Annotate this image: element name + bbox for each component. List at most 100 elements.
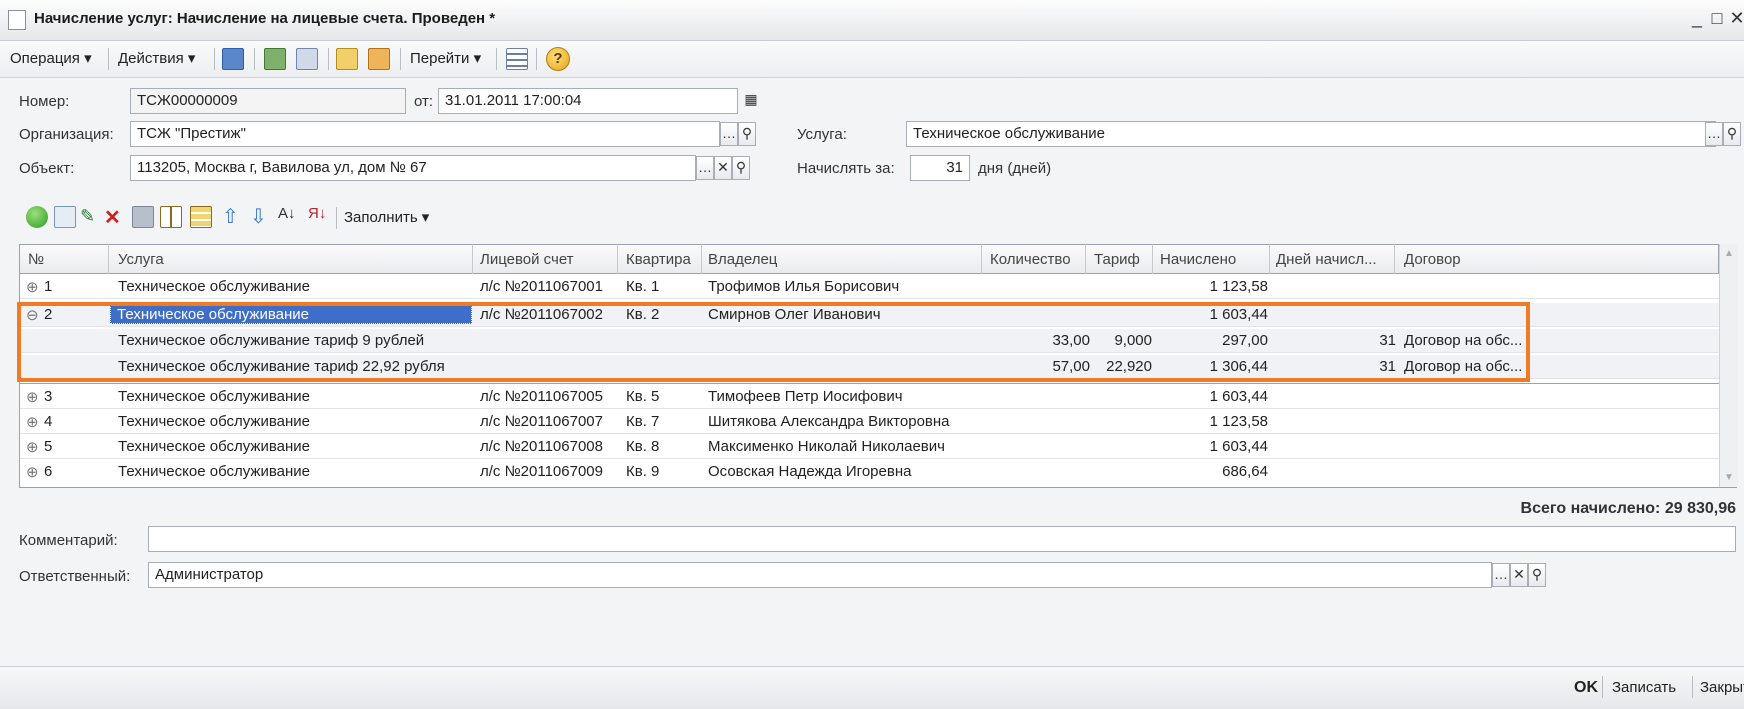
row-number: 5	[44, 438, 53, 455]
ellipsis-icon[interactable]: …	[720, 122, 738, 146]
row-tariff: 22,920	[1106, 358, 1152, 375]
add-group-icon[interactable]	[160, 206, 182, 228]
minimize-icon[interactable]: _	[1686, 6, 1708, 30]
column-header-contract[interactable]: Договор	[1404, 251, 1461, 268]
row-charged: 1 603,44	[1209, 438, 1268, 455]
save-post-icon[interactable]	[222, 48, 244, 70]
table-header: № Услуга Лицевой счет Квартира Владелец …	[19, 244, 1719, 274]
search-icon[interactable]: ⚲	[1528, 563, 1546, 587]
row-flat: Кв. 7	[626, 413, 660, 430]
list-icon[interactable]	[506, 48, 528, 70]
row-charged: 1 603,44	[1209, 388, 1268, 405]
help-icon[interactable]: ?	[546, 47, 570, 71]
table-row[interactable]: ⊕ 5 Техническое обслуживание л/с №201106…	[20, 435, 1719, 459]
close-icon[interactable]: ✕	[1726, 6, 1744, 30]
column-header-quantity[interactable]: Количество	[990, 251, 1071, 268]
end-edit-icon[interactable]	[132, 206, 154, 228]
object-field[interactable]: 113205, Москва г, Вавилова ул, дом № 67	[130, 155, 696, 181]
hierarchy-icon[interactable]	[190, 206, 212, 228]
service-field[interactable]: Техническое обслуживание	[906, 121, 1716, 147]
comment-label: Комментарий:	[19, 532, 118, 549]
scroll-down-icon[interactable]: ▼	[1724, 472, 1734, 483]
number-label: Номер:	[19, 93, 70, 110]
actions-menu[interactable]: Действия ▾	[118, 49, 195, 67]
separator	[400, 48, 401, 70]
row-contract: Договор на обс...	[1404, 332, 1523, 349]
add-row-icon[interactable]	[26, 206, 48, 228]
column-header-days[interactable]: Дней начисл...	[1276, 251, 1377, 268]
separator	[254, 48, 255, 70]
sort-desc-icon[interactable]: Я↓	[308, 205, 328, 227]
edit-row-icon[interactable]: ✎	[80, 206, 98, 228]
row-flat: Кв. 1	[626, 278, 660, 295]
maximize-icon[interactable]: □	[1706, 6, 1728, 30]
charge-days-field[interactable]: 31	[910, 155, 970, 181]
expand-icon[interactable]: ⊕	[26, 438, 39, 456]
organization-field[interactable]: ТСЖ "Престиж"	[130, 121, 720, 147]
fill-menu[interactable]: Заполнить ▾	[344, 208, 429, 226]
scroll-up-icon[interactable]: ▲	[1724, 248, 1734, 259]
column-header-tariff[interactable]: Тариф	[1094, 251, 1140, 268]
column-header-account[interactable]: Лицевой счет	[480, 251, 574, 268]
ellipsis-icon[interactable]: …	[1492, 563, 1510, 587]
table-scrollbar[interactable]: ▲ ▼	[1719, 244, 1738, 487]
column-header-service[interactable]: Услуга	[118, 251, 164, 268]
document-movements-icon[interactable]	[336, 48, 358, 70]
structure-icon[interactable]	[368, 48, 390, 70]
row-days: 31	[1379, 332, 1396, 349]
table-subrow[interactable]: Техническое обслуживание тариф 22,92 руб…	[20, 355, 1719, 379]
total-charged: Всего начислено: 29 830,96	[1520, 500, 1736, 517]
move-up-icon[interactable]: ⇧	[222, 204, 242, 228]
ok-button[interactable]: OK	[1574, 679, 1598, 697]
save-button[interactable]: Записать	[1612, 679, 1676, 696]
refresh-icon[interactable]	[264, 48, 286, 70]
table-row[interactable]: ⊕ 4 Техническое обслуживание л/с №201106…	[20, 410, 1719, 434]
responsible-label: Ответственный:	[19, 568, 131, 585]
row-service-selected[interactable]: Техническое обслуживание	[110, 305, 472, 324]
operation-menu[interactable]: Операция ▾	[10, 49, 92, 67]
date-label: от:	[414, 93, 434, 110]
column-header-charged[interactable]: Начислено	[1160, 251, 1236, 268]
goto-menu[interactable]: Перейти ▾	[410, 49, 481, 67]
collapse-icon[interactable]: ⊖	[26, 306, 39, 324]
object-label: Объект:	[19, 160, 75, 177]
expand-icon[interactable]: ⊕	[26, 278, 39, 296]
row-account: л/с №2011067001	[480, 278, 603, 295]
table-row[interactable]: ⊕ 6 Техническое обслуживание л/с №201106…	[20, 460, 1719, 484]
responsible-field[interactable]: Администратор	[148, 562, 1492, 588]
column-header-flat[interactable]: Квартира	[626, 251, 691, 268]
move-down-icon[interactable]: ⇩	[250, 204, 270, 228]
table-subrow[interactable]: Техническое обслуживание тариф 9 рублей …	[20, 329, 1719, 353]
separator	[1692, 676, 1693, 698]
bottom-bar: OK Записать Закрыть	[0, 666, 1744, 709]
clear-icon[interactable]: ✕	[1510, 563, 1528, 587]
row-account: л/с №2011067008	[480, 438, 603, 455]
calendar-icon[interactable]: ▦	[742, 89, 760, 113]
copy-icon[interactable]	[296, 48, 318, 70]
row-owner: Смирнов Олег Иванович	[708, 306, 881, 323]
expand-icon[interactable]: ⊕	[26, 413, 39, 431]
column-header-number[interactable]: №	[28, 251, 44, 268]
expand-icon[interactable]: ⊕	[26, 463, 39, 481]
table-row[interactable]: ⊖ 2 Техническое обслуживание л/с №201106…	[20, 303, 1719, 327]
search-icon[interactable]: ⚲	[1723, 122, 1741, 146]
row-charged: 686,64	[1222, 463, 1268, 480]
row-service: Техническое обслуживание	[118, 463, 310, 480]
table-row[interactable]: ⊕ 1 Техническое обслуживание л/с №201106…	[20, 275, 1719, 299]
ellipsis-icon[interactable]: …	[1705, 122, 1723, 146]
copy-row-icon[interactable]	[54, 206, 76, 228]
main-toolbar: Операция ▾ Действия ▾ Перейти ▾ ?	[0, 41, 1744, 78]
delete-row-icon[interactable]: ✕	[104, 205, 122, 229]
expand-icon[interactable]: ⊕	[26, 388, 39, 406]
close-button[interactable]: Закрыть	[1700, 679, 1744, 696]
ellipsis-icon[interactable]: …	[696, 156, 714, 180]
sort-asc-icon[interactable]: A↓	[278, 205, 298, 227]
comment-field[interactable]	[148, 526, 1736, 552]
table-row[interactable]: ⊕ 3 Техническое обслуживание л/с №201106…	[20, 385, 1719, 409]
date-field[interactable]: 31.01.2011 17:00:04	[438, 88, 738, 114]
column-header-owner[interactable]: Владелец	[708, 251, 777, 268]
clear-icon[interactable]: ✕	[714, 156, 732, 180]
search-icon[interactable]: ⚲	[732, 156, 750, 180]
number-field[interactable]: ТСЖ00000009	[130, 88, 406, 114]
search-icon[interactable]: ⚲	[738, 122, 756, 146]
